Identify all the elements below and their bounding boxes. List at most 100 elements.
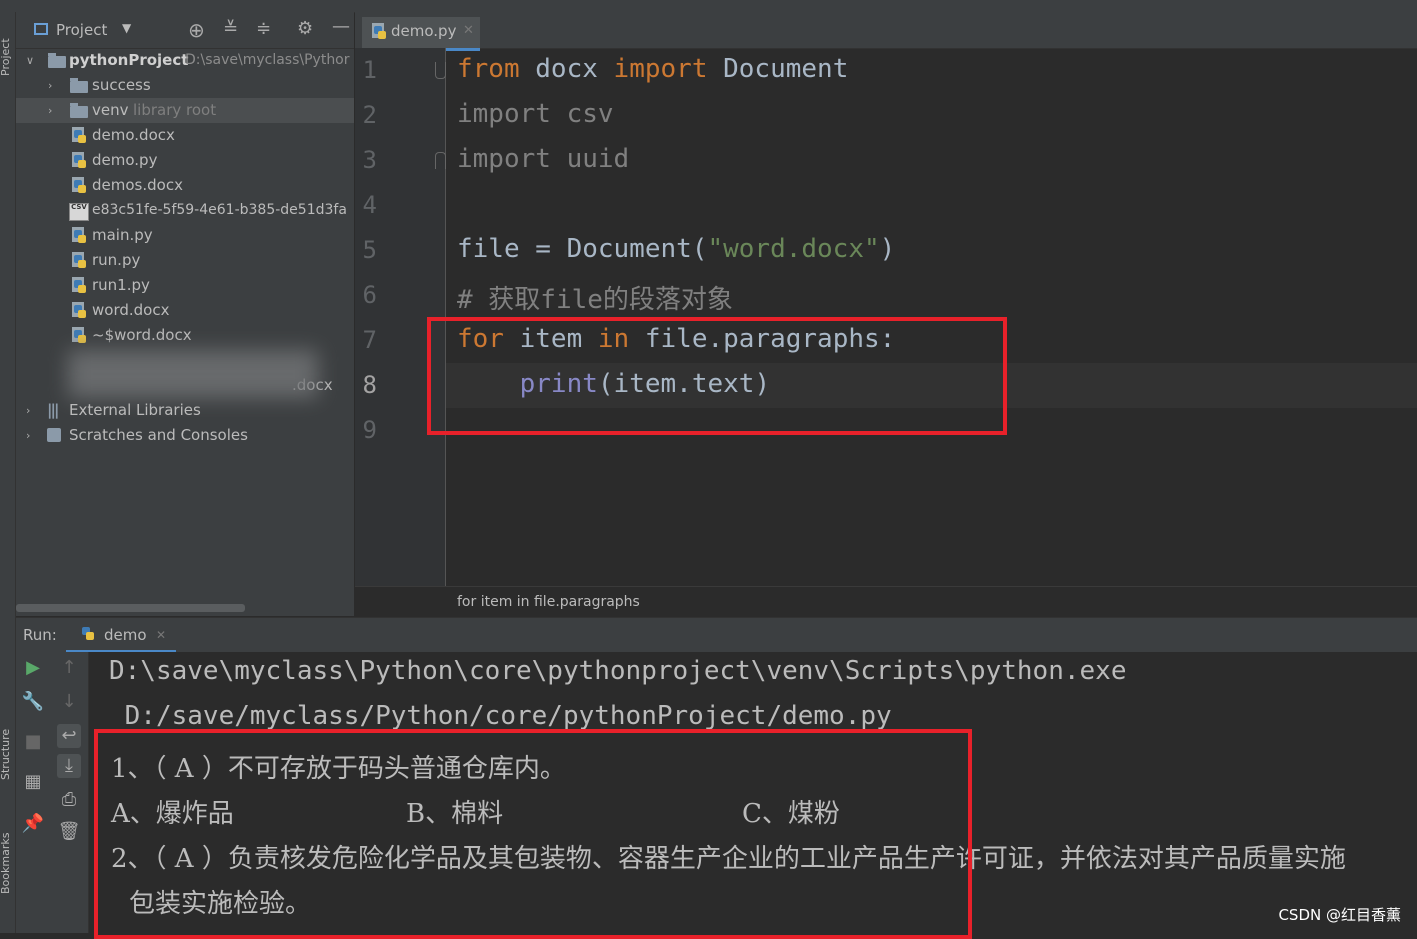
tree-item-label: Scratches and Consoles [69, 426, 248, 444]
project-tool-tab[interactable]: Project [0, 38, 12, 76]
pin-icon[interactable]: 📌 [21, 812, 45, 836]
folder-icon [70, 103, 88, 118]
tree-item-label: venv [92, 101, 129, 119]
chevron-right-icon[interactable]: › [48, 80, 58, 91]
soft-wrap-icon[interactable]: ↩ [57, 724, 81, 748]
python-file-icon [70, 227, 86, 245]
python-file-icon [70, 127, 86, 145]
console-line: D:/save/myclass/Python/core/pythonProjec… [109, 701, 892, 731]
horizontal-scrollbar[interactable] [16, 604, 245, 612]
scroll-to-end-icon[interactable]: ⤓ [57, 754, 81, 778]
code-line-1: from docx import Document [457, 54, 848, 84]
collapse-all-icon[interactable]: ≑ [256, 18, 271, 39]
tree-item-label: ~$word.docx [92, 326, 192, 344]
run-icon[interactable]: ▶ [21, 656, 45, 680]
tree-item-file[interactable]: demo.py [16, 148, 354, 173]
module-name: docx [519, 54, 614, 84]
trash-icon[interactable]: 🗑 [57, 820, 81, 844]
tree-item-label: word.docx [92, 301, 170, 319]
tree-item-label: main.py [92, 226, 153, 244]
highlight-box-output [94, 729, 972, 939]
code-text: ) [879, 234, 896, 264]
editor-tab-bar: demo.py ✕ [355, 12, 1417, 51]
tree-item-label: demos.docx [92, 176, 183, 194]
line-number: 7 [362, 326, 377, 354]
gear-icon[interactable]: ⚙ [297, 18, 313, 39]
expand-all-icon[interactable]: ≚ [223, 18, 238, 39]
left-tool-strip: Project Structure Bookmarks [0, 12, 16, 933]
identifier: Document [707, 54, 849, 84]
python-file-icon [70, 177, 86, 195]
tree-item-file[interactable]: run.py [16, 248, 354, 273]
folder-icon [48, 53, 66, 68]
folder-icon [70, 78, 88, 93]
line-number: 4 [362, 191, 377, 219]
tree-item-label: run1.py [92, 276, 150, 294]
close-icon[interactable]: ✕ [156, 628, 166, 642]
minimize-icon[interactable]: — [332, 16, 350, 37]
tree-item-label: success [92, 76, 151, 94]
print-icon[interactable]: ⎙ [57, 788, 81, 812]
code-text: file = Document( [457, 234, 708, 264]
tree-item-file[interactable]: main.py [16, 223, 354, 248]
line-number: 8 [362, 371, 377, 399]
tree-item-file[interactable]: word.docx [16, 298, 354, 323]
project-panel-header: Project ▼ ⊕ ≚ ≑ ⚙ — [16, 12, 354, 49]
tree-item-scratches[interactable]: › Scratches and Consoles [16, 423, 354, 448]
code-line-6: # 获取file的段落对象 [457, 285, 733, 315]
code-line-2: import csv [457, 99, 614, 129]
tree-item-file[interactable]: demos.docx [16, 173, 354, 198]
run-label: Run: [23, 626, 57, 644]
tree-item-label: e83c51fe-5f59-4e61-b385-de51d3fa [92, 202, 347, 218]
line-number: 6 [362, 281, 377, 309]
wrench-icon[interactable]: 🔧 [21, 690, 45, 714]
arrow-up-icon[interactable]: ↑ [57, 656, 81, 680]
highlight-box-code [427, 317, 1007, 435]
python-file-icon [70, 327, 86, 345]
structure-tool-tab[interactable]: Structure [0, 729, 12, 780]
python-file-icon [70, 277, 86, 295]
breadcrumb[interactable]: for item in file.paragraphs [355, 586, 1417, 617]
chevron-down-icon[interactable]: ∨ [26, 55, 36, 66]
locate-icon[interactable]: ⊕ [188, 18, 205, 42]
line-number: 5 [362, 236, 377, 264]
run-tab-demo[interactable]: demo ✕ [66, 618, 176, 653]
code-line-3: import uuid [457, 144, 630, 174]
tree-item-file[interactable]: ~$word.docx [16, 323, 354, 348]
tree-item-file[interactable]: demo.docx [16, 123, 354, 148]
blurred-region [68, 350, 318, 398]
tree-item-extra: library root [133, 101, 217, 119]
tree-item-label: External Libraries [69, 401, 201, 419]
run-tab-label: demo [104, 626, 147, 644]
python-file-icon [370, 23, 386, 41]
chevron-down-icon[interactable]: ▼ [122, 21, 131, 35]
stop-icon[interactable]: ■ [21, 730, 45, 754]
tree-item-venv[interactable]: › venv library root [16, 98, 354, 123]
tab-demo-py[interactable]: demo.py ✕ [362, 17, 480, 51]
arrow-down-icon[interactable]: ↓ [57, 690, 81, 714]
fold-marker-icon[interactable] [435, 62, 446, 79]
project-view-icon [34, 23, 48, 35]
tree-item-external-libraries[interactable]: › ||| External Libraries [16, 398, 354, 423]
csv-badge: CSV [71, 203, 87, 211]
chevron-right-icon[interactable]: › [48, 105, 58, 116]
tree-item-file[interactable]: CSV e83c51fe-5f59-4e61-b385-de51d3fa [16, 198, 354, 223]
line-number: 3 [362, 146, 377, 174]
breadcrumb-item[interactable]: for item in file.paragraphs [457, 587, 640, 617]
layout-icon[interactable]: ▦ [21, 770, 45, 794]
watermark: CSDN @红目香薰 [1278, 906, 1401, 924]
tree-root-pythonproject[interactable]: ∨ pythonProject D:\save\myclass\Pythor [16, 48, 354, 73]
tree-item-label: demo.docx [92, 126, 175, 144]
chevron-right-icon[interactable]: › [26, 405, 36, 416]
tree-item-label: run.py [92, 251, 141, 269]
close-icon[interactable]: ✕ [463, 17, 474, 45]
python-file-icon [70, 252, 86, 270]
bookmarks-tool-tab[interactable]: Bookmarks [0, 833, 12, 894]
chevron-right-icon[interactable]: › [26, 430, 36, 441]
project-view-label[interactable]: Project [56, 21, 107, 39]
code-line-5: file = Document("word.docx") [457, 234, 895, 264]
tree-item-file[interactable]: run1.py [16, 273, 354, 298]
tree-item-success[interactable]: › success [16, 73, 354, 98]
fold-marker-icon[interactable] [435, 152, 446, 169]
tree-item-label: demo.py [92, 151, 158, 169]
